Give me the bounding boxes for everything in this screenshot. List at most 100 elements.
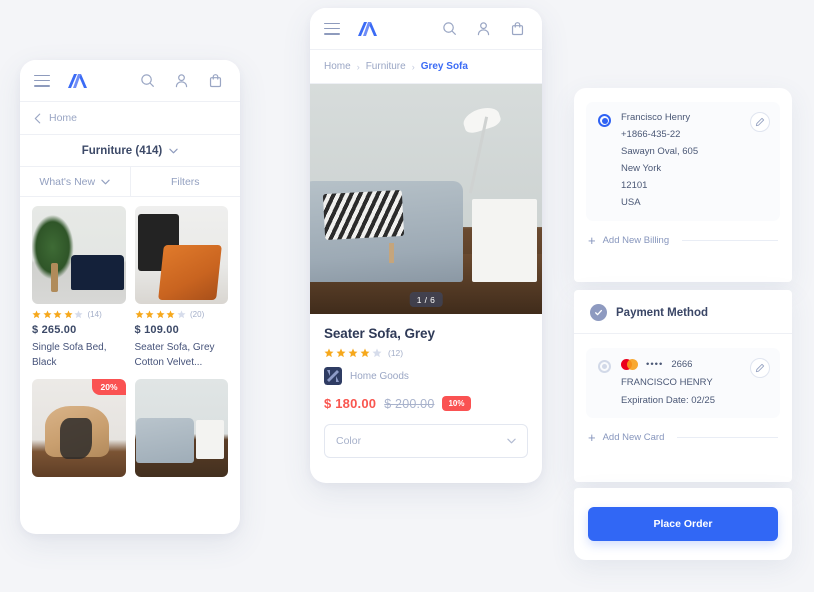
breadcrumb: Home › Furniture › Grey Sofa [310, 50, 542, 84]
product-image[interactable] [32, 206, 126, 304]
star-filled-icon [145, 310, 154, 319]
phone-category-listing: Home Furniture (414) What's New Filters [20, 60, 240, 534]
breadcrumb-item-furniture[interactable]: Furniture [366, 61, 406, 72]
color-select[interactable]: Color [324, 424, 528, 458]
add-new-card-row[interactable]: + Add New Card [574, 418, 792, 444]
menu-icon[interactable] [324, 22, 340, 35]
review-count: (20) [190, 310, 205, 319]
review-count: (12) [388, 348, 404, 358]
product-image[interactable] [134, 206, 228, 304]
current-price: $ 180.00 [324, 396, 377, 411]
category-selector[interactable]: Furniture (414) [20, 135, 240, 167]
card-masked-digits: •••• [646, 359, 664, 370]
billing-radio-selected[interactable] [598, 114, 611, 127]
payment-card-item[interactable]: •••• 2666 FRANCISCO HENRY Expiration Dat… [586, 348, 780, 418]
star-filled-icon [42, 310, 52, 319]
star-filled-icon [166, 310, 175, 319]
breadcrumb-item-home[interactable]: Home [324, 61, 351, 72]
check-circle-icon [590, 304, 607, 321]
rating-stars: (20) [134, 310, 229, 319]
billing-address-lines: Francisco Henry +1866-435-22 Sawayn Oval… [621, 112, 699, 209]
menu-icon[interactable] [34, 74, 50, 87]
sort-dropdown[interactable]: What's New [20, 167, 130, 196]
review-count: (14) [87, 310, 102, 319]
product-image[interactable]: 20% [32, 379, 126, 477]
pencil-icon [755, 117, 765, 127]
original-price: $ 200.00 [384, 396, 435, 411]
account-icon[interactable] [170, 70, 192, 92]
star-filled-icon [324, 348, 334, 358]
search-icon[interactable] [438, 18, 460, 40]
card-holder-name: FRANCISCO HENRY [621, 377, 713, 388]
center-appbar [310, 8, 542, 50]
back-label: Home [49, 112, 78, 124]
brand-logo-icon [324, 367, 342, 385]
filters-label: Filters [170, 175, 200, 188]
billing-country: USA [621, 196, 641, 208]
image-pager: 1 / 6 [409, 292, 443, 307]
app-logo[interactable] [66, 73, 90, 89]
product-card[interactable]: 20% [32, 379, 126, 477]
category-label: Furniture (414) [81, 144, 163, 157]
star-filled-icon [336, 348, 346, 358]
star-filled-icon [32, 310, 41, 319]
edit-card-button[interactable] [750, 358, 770, 378]
account-icon[interactable] [472, 18, 494, 40]
divider [677, 437, 778, 438]
price-row: $ 180.00 $ 200.00 10% [324, 396, 528, 411]
chevron-down-icon [507, 438, 516, 444]
star-filled-icon [53, 310, 62, 319]
star-filled-icon [155, 310, 165, 319]
card-number-row: •••• 2666 [621, 359, 715, 370]
billing-city: New York [621, 162, 662, 174]
add-new-billing-row[interactable]: + Add New Billing [574, 221, 792, 247]
billing-street: Sawayn Oval, 605 [621, 145, 699, 157]
brand-name: Home Goods [350, 370, 409, 382]
product-hero-image[interactable]: 1 / 6 [310, 84, 542, 314]
billing-zip: 12101 [621, 179, 648, 191]
add-new-card-label: Add New Card [602, 432, 665, 443]
chevron-left-icon [34, 113, 41, 123]
billing-panel: Francisco Henry +1866-435-22 Sawayn Oval… [574, 88, 792, 282]
cart-icon[interactable] [204, 70, 226, 92]
filters-button[interactable]: Filters [131, 167, 241, 196]
product-grid: (14) $ 265.00 Single Sofa Bed, Black (20… [20, 197, 240, 477]
billing-name: Francisco Henry [621, 112, 691, 123]
product-card[interactable]: (20) $ 109.00 Seater Sofa, Grey Cotton V… [134, 206, 229, 370]
product-card[interactable] [134, 379, 228, 477]
star-filled-icon [360, 348, 370, 358]
cart-icon[interactable] [506, 18, 528, 40]
product-image[interactable] [134, 379, 228, 477]
discount-badge: 10% [442, 396, 471, 411]
app-logo[interactable] [356, 21, 380, 37]
product-card[interactable]: (14) $ 265.00 Single Sofa Bed, Black [32, 206, 126, 370]
brand-row[interactable]: Home Goods [324, 367, 528, 385]
search-icon[interactable] [136, 70, 158, 92]
phone-product-detail: Home › Furniture › Grey Sofa 1 / 6 Seate… [310, 8, 542, 483]
star-empty-icon [372, 348, 382, 358]
mastercard-icon [621, 359, 638, 370]
back-to-home-row[interactable]: Home [20, 102, 240, 135]
chevron-down-icon [101, 179, 110, 184]
edit-billing-button[interactable] [750, 112, 770, 132]
left-appbar [20, 60, 240, 102]
hero-sofa-leg [388, 242, 394, 264]
star-filled-icon [134, 310, 144, 319]
discount-badge: 20% [92, 379, 126, 395]
place-order-button[interactable]: Place Order [588, 507, 778, 541]
page-title: Seater Sofa, Grey [324, 326, 435, 341]
product-price: $ 265.00 [32, 324, 77, 336]
breadcrumb-item-current[interactable]: Grey Sofa [421, 61, 468, 72]
add-new-billing-label: Add New Billing [602, 234, 670, 246]
star-filled-icon [63, 310, 73, 319]
screen-root: Home Furniture (414) What's New Filters [0, 0, 814, 592]
payment-radio[interactable] [598, 360, 611, 373]
hero-side-table [472, 199, 538, 282]
color-select-label: Color [336, 435, 362, 447]
billing-address-card[interactable]: Francisco Henry +1866-435-22 Sawayn Oval… [586, 102, 780, 221]
billing-phone: +1866-435-22 [621, 128, 681, 140]
chevron-down-icon [169, 148, 178, 153]
plus-icon: + [588, 430, 596, 445]
product-title: Seater Sofa, Grey Cotton Velvet... [134, 342, 215, 368]
payment-section-header: Payment Method [574, 290, 792, 334]
